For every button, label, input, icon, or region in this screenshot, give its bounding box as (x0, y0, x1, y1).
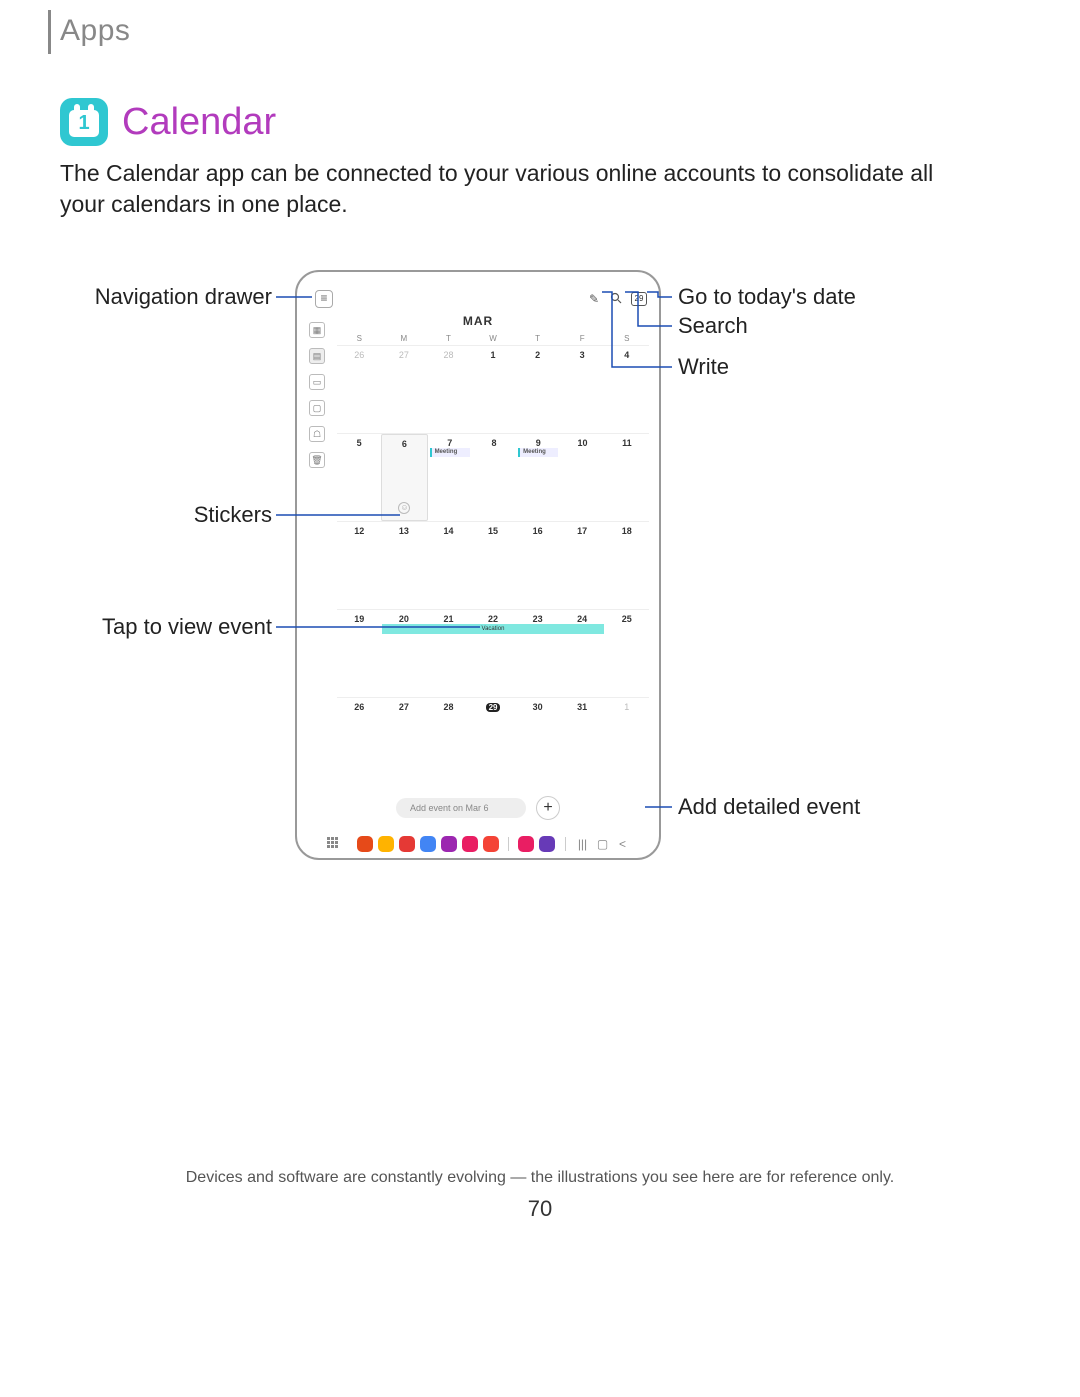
calendar-day[interactable]: 18 (604, 522, 649, 609)
dock-app-icon[interactable] (357, 836, 373, 852)
callout-write: Write (678, 354, 729, 380)
footnote: Devices and software are constantly evol… (0, 1169, 1080, 1187)
search-icon[interactable] (609, 292, 623, 306)
write-icon[interactable]: ✎ (587, 292, 601, 306)
calendar-day[interactable]: 26 (337, 698, 382, 757)
quick-add-row: Add event on Mar 6 + (396, 796, 560, 820)
dock-app-icon[interactable] (399, 836, 415, 852)
calendar-day[interactable]: 28 (426, 346, 471, 433)
dow-header: T (515, 332, 560, 345)
dock-app-icon[interactable] (378, 836, 394, 852)
calendar-day[interactable]: 26 (337, 346, 382, 433)
calendar-day[interactable]: 27 (382, 698, 427, 757)
recents-nav-icon[interactable]: ||| (576, 837, 590, 851)
calendar-day[interactable]: 28 (426, 698, 471, 757)
calendar-day[interactable]: 27 (382, 346, 427, 433)
dock: ||| ▢ < (297, 836, 659, 852)
sticker-icon[interactable]: ☺ (398, 502, 410, 514)
dock-app-icon[interactable] (441, 836, 457, 852)
day-view-icon[interactable]: ▢ (309, 400, 325, 416)
calendar-day[interactable]: 29 (471, 698, 516, 757)
calendar-day[interactable]: 8 (472, 434, 516, 521)
callout-add-event: Add detailed event (678, 794, 860, 820)
dow-header: M (382, 332, 427, 345)
dow-header: S (337, 332, 382, 345)
month-label: MAR (297, 314, 659, 328)
calendar-day[interactable]: 12 (337, 522, 382, 609)
calendar-grid: SMTWTFS 262728123456☺7Meeting89Meeting10… (337, 332, 649, 757)
calendar-day[interactable]: 30 (515, 698, 560, 757)
page-number: 70 (0, 1196, 1080, 1222)
quick-add-input[interactable]: Add event on Mar 6 (396, 798, 526, 818)
calendar-day[interactable]: 1 (471, 346, 516, 433)
title-row: Calendar (60, 98, 276, 146)
calendar-day[interactable]: 1 (604, 698, 649, 757)
section-label: Apps (60, 14, 130, 48)
calendar-day[interactable]: 2 (515, 346, 560, 433)
calendar-day[interactable]: 4 (604, 346, 649, 433)
dow-header: F (560, 332, 605, 345)
week-view-icon[interactable]: ▭ (309, 374, 325, 390)
callout-today: Go to today's date (678, 284, 856, 310)
dock-app-icon[interactable] (483, 836, 499, 852)
calendar-day[interactable]: 16 (515, 522, 560, 609)
calendar-day[interactable]: 6☺ (381, 434, 427, 521)
callout-search: Search (678, 313, 748, 339)
dock-app-icon[interactable] (518, 836, 534, 852)
event-chip[interactable]: Meeting (430, 448, 470, 457)
calendar-day[interactable]: 3 (560, 346, 605, 433)
callout-view-event: Tap to view event (90, 614, 272, 640)
dow-header: W (471, 332, 516, 345)
view-sidebar: ▦ ▤ ▭ ▢ ☖ 🗑 (305, 322, 329, 468)
intro-text: The Calendar app can be connected to you… (60, 158, 940, 220)
dock-app-icon[interactable] (420, 836, 436, 852)
event-chip[interactable]: Meeting (518, 448, 558, 457)
calendar-app-icon (60, 98, 108, 146)
calendar-day[interactable]: 9Meeting (516, 434, 560, 521)
add-event-button[interactable]: + (536, 796, 560, 820)
section-rule (48, 10, 51, 54)
dock-app-icon[interactable] (462, 836, 478, 852)
dock-app-icon[interactable] (539, 836, 555, 852)
month-view-icon[interactable]: ▤ (309, 348, 325, 364)
calendar-day[interactable]: 15 (471, 522, 516, 609)
callout-nav-drawer: Navigation drawer (90, 284, 272, 310)
reminder-view-icon[interactable]: ☖ (309, 426, 325, 442)
calendar-day[interactable]: 25 (604, 610, 649, 697)
calendar-day[interactable]: 5 (337, 434, 381, 521)
calendar-day[interactable]: 14 (426, 522, 471, 609)
calendar-day[interactable]: 19 (337, 610, 382, 697)
device-illustration: ≡ ✎ 29 MAR ▦ ▤ ▭ ▢ ☖ 🗑 SMTWTFS 262728123… (295, 270, 661, 860)
year-view-icon[interactable]: ▦ (309, 322, 325, 338)
dow-header: T (426, 332, 471, 345)
callout-stickers: Stickers (90, 502, 272, 528)
page-title: Calendar (122, 101, 276, 144)
calendar-day[interactable]: 10 (560, 434, 604, 521)
nav-drawer-icon[interactable]: ≡ (315, 290, 333, 308)
event-bar[interactable]: Vacation (382, 624, 605, 634)
calendar-day[interactable]: 13 (382, 522, 427, 609)
today-icon[interactable]: 29 (631, 292, 647, 306)
app-drawer-icon[interactable] (327, 837, 341, 851)
calendar-day[interactable]: 11 (605, 434, 649, 521)
calendar-day[interactable]: 31 (560, 698, 605, 757)
home-nav-icon[interactable]: ▢ (596, 837, 610, 851)
back-nav-icon[interactable]: < (616, 837, 630, 851)
trash-icon[interactable]: 🗑 (309, 452, 325, 468)
calendar-day[interactable]: 7Meeting (428, 434, 472, 521)
calendar-day[interactable]: 17 (560, 522, 605, 609)
dow-header: S (604, 332, 649, 345)
